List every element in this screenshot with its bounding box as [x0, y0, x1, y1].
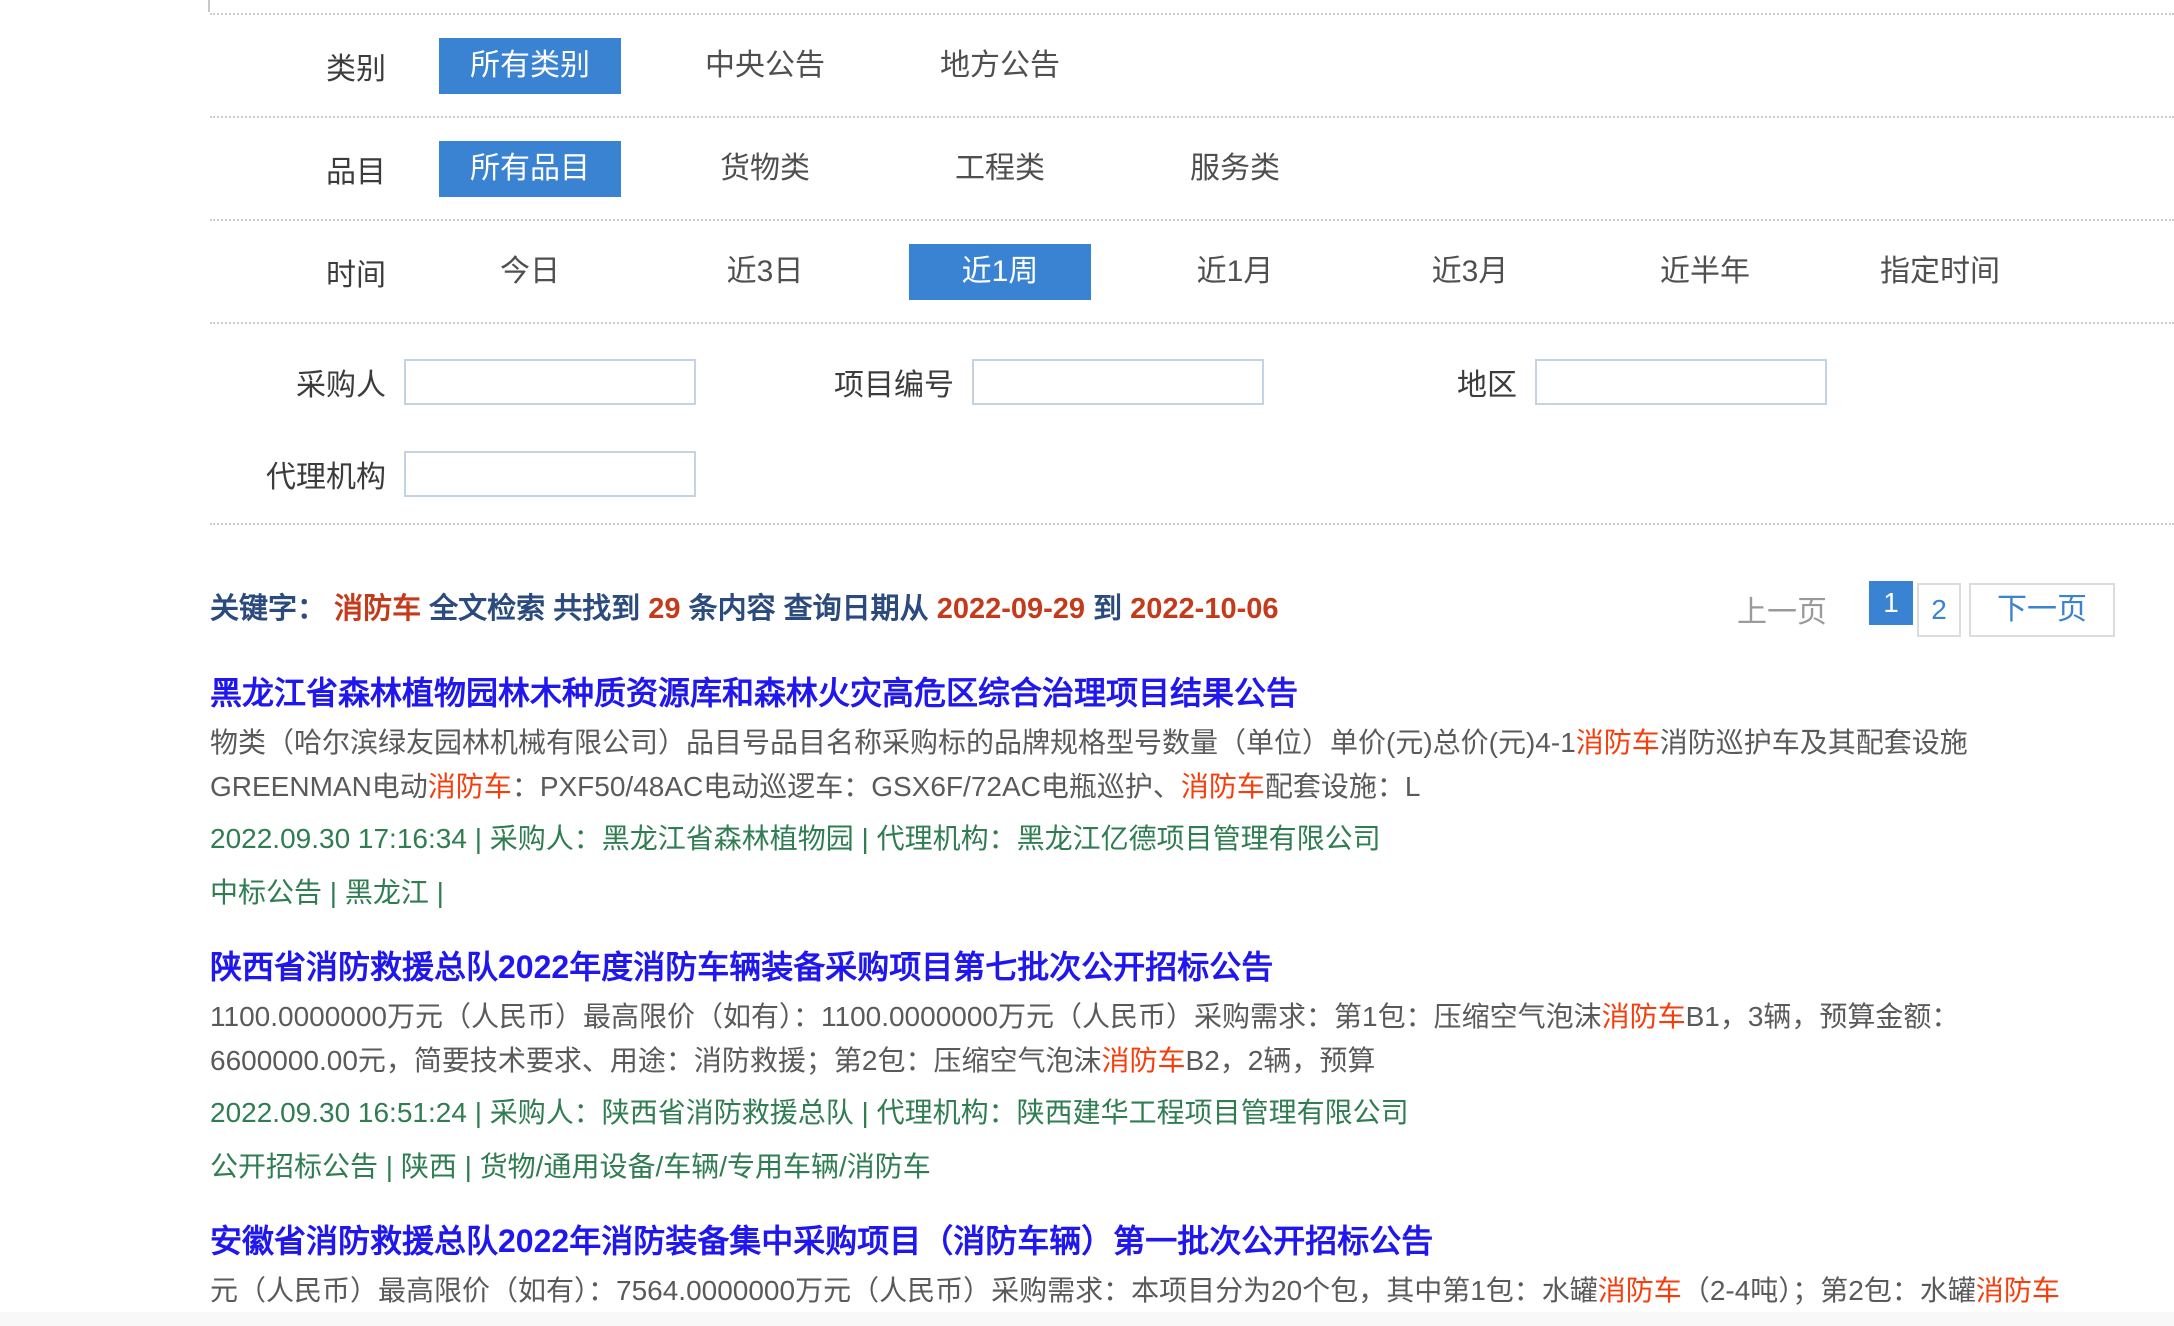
result-tags-links[interactable]: 中标公告 | 黑龙江 | — [210, 875, 2105, 911]
keyword-highlight: 消防车 — [428, 771, 512, 802]
search-form: 采购人 项目编号 地区 代理机构 — [210, 324, 2174, 525]
filter-row-label: 时间 — [210, 250, 386, 294]
keyword-highlight: 消防车 — [1602, 1001, 1686, 1032]
result-title-link[interactable]: 黑龙江省森林植物园林木种质资源库和森林火灾高危区综合治理项目结果公告 — [210, 673, 1298, 713]
form-row-1: 采购人 项目编号 地区 — [210, 324, 2174, 424]
filter-option-item-all[interactable]: 所有品目 — [439, 141, 621, 197]
filter-rows: 类别 所有类别中央公告地方公告 品目 所有品目货物类工程类服务类 时间 今日近3… — [210, 15, 2174, 324]
filter-option-time-last-3-days[interactable]: 近3日 — [674, 244, 856, 300]
result-title-link[interactable]: 陕西省消防救援总队2022年度消防车辆装备采购项目第七批次公开招标公告 — [210, 947, 1273, 987]
filter-row-label: 类别 — [210, 44, 386, 88]
filter-option-time-custom-range[interactable]: 指定时间 — [1849, 244, 2031, 300]
pagination: 上一页 12 下一页 — [1737, 581, 2115, 637]
result-meta: 2022.09.30 17:16:34 | 采购人：黑龙江省森林植物园 | 代理… — [210, 821, 2105, 857]
summary-segment: 关键字： — [210, 593, 334, 625]
result-description: 1100.0000000万元（人民币）最高限价（如有）：1100.0000000… — [210, 995, 2105, 1083]
project-number-input[interactable] — [972, 359, 1264, 405]
filter-option-category-all[interactable]: 所有类别 — [439, 38, 621, 94]
result-meta: 2022.09.30 16:51:24 | 采购人：陕西省消防救援总队 | 代理… — [210, 1095, 2105, 1131]
purchaser-input[interactable] — [404, 359, 696, 405]
procurement-search-page: 类别 所有类别中央公告地方公告 品目 所有品目货物类工程类服务类 时间 今日近3… — [0, 0, 2174, 1326]
filter-option-time-last-half-year[interactable]: 近半年 — [1614, 244, 1796, 300]
summary-segment: 消防车 — [334, 593, 421, 625]
region-input[interactable] — [1535, 359, 1827, 405]
filter-option-item-services[interactable]: 服务类 — [1144, 141, 1326, 197]
summary-segment: 条内容 查询日期从 — [681, 593, 937, 625]
summary-segment: 2022-09-29 — [937, 593, 1085, 625]
filter-options: 所有品目货物类工程类服务类 — [386, 141, 1326, 197]
filter-option-time-last-week[interactable]: 近1周 — [909, 244, 1091, 300]
filter-option-item-works[interactable]: 工程类 — [909, 141, 1091, 197]
agency-label: 代理机构 — [210, 452, 386, 496]
search-result-item: 陕西省消防救援总队2022年度消防车辆装备采购项目第七批次公开招标公告 1100… — [210, 947, 2105, 1185]
filter-option-category-central[interactable]: 中央公告 — [674, 38, 856, 94]
form-row-2: 代理机构 — [210, 424, 2174, 523]
summary-segment: 29 — [648, 593, 680, 625]
agency-input[interactable] — [404, 451, 696, 497]
summary-segment: 2022-10-06 — [1130, 593, 1278, 625]
search-result-item: 安徽省消防救援总队2022年消防装备集中采购项目（消防车辆）第一批次公开招标公告… — [210, 1221, 2105, 1326]
filter-option-category-local[interactable]: 地方公告 — [909, 38, 1091, 94]
main-content: 类别 所有类别中央公告地方公告 品目 所有品目货物类工程类服务类 时间 今日近3… — [210, 0, 2174, 1326]
result-description: 物类（哈尔滨绿友园林机械有限公司）品目号品目名称采购标的品牌规格型号数量（单位）… — [210, 721, 2105, 809]
pager-pages: 12 — [1865, 581, 1961, 637]
filter-row-category: 类别 所有类别中央公告地方公告 — [210, 15, 2174, 118]
result-title-link[interactable]: 安徽省消防救援总队2022年消防装备集中采购项目（消防车辆）第一批次公开招标公告 — [210, 1221, 1433, 1261]
search-result-item: 黑龙江省森林植物园林木种质资源库和森林火灾高危区综合治理项目结果公告 物类（哈尔… — [210, 673, 2105, 911]
keyword-highlight: 消防车 — [1598, 1275, 1682, 1306]
filter-option-time-today[interactable]: 今日 — [439, 244, 621, 300]
filter-row-item: 品目 所有品目货物类工程类服务类 — [210, 118, 2174, 221]
result-tags-links[interactable]: 公开招标公告 | 陕西 | 货物/通用设备/车辆/专用车辆/消防车 — [210, 1149, 2105, 1185]
summary-segment: 全文检索 共找到 — [421, 593, 648, 625]
region-label: 地区 — [1457, 360, 1517, 404]
keyword-highlight: 消防车 — [1102, 1045, 1186, 1076]
filter-option-item-goods[interactable]: 货物类 — [674, 141, 856, 197]
prev-page-button[interactable]: 上一页 — [1737, 587, 1827, 631]
filter-options: 所有类别中央公告地方公告 — [386, 38, 1091, 94]
keyword-highlight: 消防车 — [1576, 727, 1660, 758]
project-number-label: 项目编号 — [834, 360, 954, 404]
summary-segment: 到 — [1085, 593, 1130, 625]
filter-options: 今日近3日近1周近1月近3月近半年指定时间 — [386, 244, 2031, 300]
keyword-highlight: 消防车 — [1181, 771, 1265, 802]
page-button-2[interactable]: 2 — [1917, 583, 1961, 637]
purchaser-label: 采购人 — [210, 360, 386, 404]
summary-row: 关键字： 消防车 全文检索 共找到 29 条内容 查询日期从 2022-09-2… — [210, 525, 2174, 637]
filter-option-time-last-month[interactable]: 近1月 — [1144, 244, 1326, 300]
filter-option-time-last-3-months[interactable]: 近3月 — [1379, 244, 1561, 300]
keyword-highlight: 消防车 — [1976, 1275, 2060, 1306]
page-button-1[interactable]: 1 — [1869, 581, 1913, 625]
search-summary: 关键字： 消防车 全文检索 共找到 29 条内容 查询日期从 2022-09-2… — [210, 587, 1279, 631]
filter-row-time: 时间 今日近3日近1周近1月近3月近半年指定时间 — [210, 221, 2174, 324]
next-page-button[interactable]: 下一页 — [1969, 583, 2115, 637]
footer-strip — [0, 1312, 2174, 1326]
filter-row-label: 品目 — [210, 147, 386, 191]
results-list: 黑龙江省森林植物园林木种质资源库和森林火灾高危区综合治理项目结果公告 物类（哈尔… — [210, 673, 2105, 1326]
